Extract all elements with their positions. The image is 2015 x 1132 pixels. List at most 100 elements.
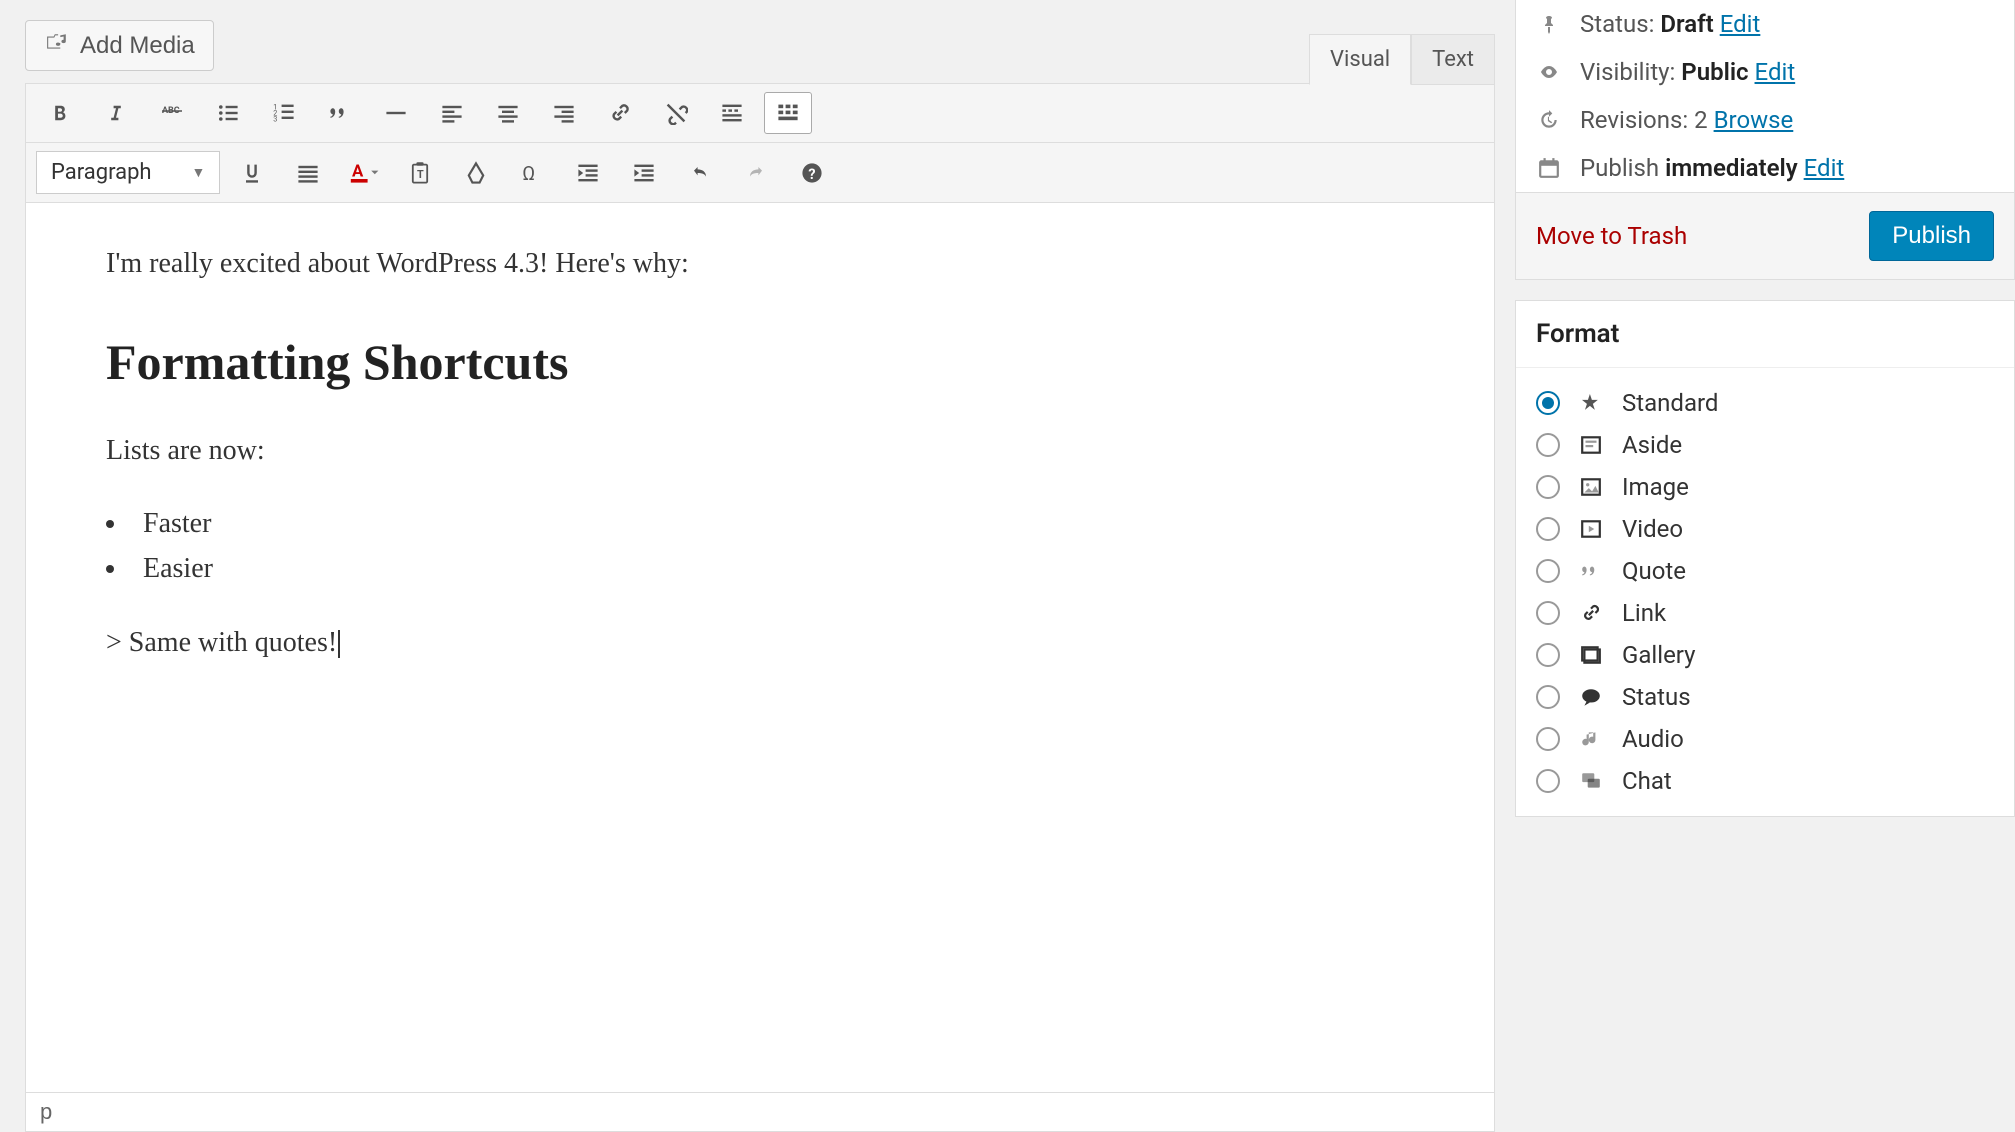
element-path[interactable]: p xyxy=(40,1099,52,1124)
read-more-button[interactable] xyxy=(708,92,756,134)
special-char-button[interactable]: Ω xyxy=(508,152,556,194)
move-to-trash-link[interactable]: Move to Trash xyxy=(1536,222,1687,250)
quote-icon xyxy=(1576,560,1606,582)
bullet-list-button[interactable] xyxy=(204,92,252,134)
content-heading: Formatting Shortcuts xyxy=(106,325,1414,400)
schedule-row: Publish immediately Edit xyxy=(1516,144,2014,192)
format-panel: Format StandardAsideImageVideoQuoteLinkG… xyxy=(1515,300,2015,817)
svg-text:?: ? xyxy=(809,166,816,183)
format-option-label: Aside xyxy=(1622,431,1682,459)
bold-button[interactable] xyxy=(36,92,84,134)
editor-status-bar: p xyxy=(26,1092,1494,1131)
format-option-label: Video xyxy=(1622,515,1683,543)
blockquote-button[interactable] xyxy=(316,92,364,134)
tab-visual[interactable]: Visual xyxy=(1309,34,1411,85)
format-option-audio[interactable]: Audio xyxy=(1536,718,1994,760)
text-color-button[interactable]: A xyxy=(340,152,388,194)
list-item: Faster xyxy=(106,502,1414,547)
toolbar-row-1: ABC 123 xyxy=(26,84,1494,143)
radio-icon xyxy=(1536,643,1560,667)
italic-button[interactable] xyxy=(92,92,140,134)
clear-formatting-button[interactable] xyxy=(452,152,500,194)
radio-icon xyxy=(1536,727,1560,751)
undo-button[interactable] xyxy=(676,152,724,194)
chat-icon xyxy=(1576,770,1606,792)
align-center-button[interactable] xyxy=(484,92,532,134)
editor: Visual Text ABC 123 Paragraph ▼ xyxy=(25,83,1495,1132)
underline-button[interactable] xyxy=(228,152,276,194)
radio-icon xyxy=(1536,391,1560,415)
add-media-button[interactable]: Add Media xyxy=(25,20,214,71)
format-option-chat[interactable]: Chat xyxy=(1536,760,1994,802)
history-icon xyxy=(1536,109,1562,131)
revisions-row: Revisions: 2 Browse xyxy=(1516,96,2014,144)
format-option-label: Chat xyxy=(1622,767,1672,795)
indent-button[interactable] xyxy=(620,152,668,194)
list-item: Easier xyxy=(106,547,1414,592)
format-option-label: Audio xyxy=(1622,725,1684,753)
svg-text:Ω: Ω xyxy=(523,162,536,185)
eye-icon xyxy=(1536,62,1562,82)
format-option-aside[interactable]: Aside xyxy=(1536,424,1994,466)
link-button[interactable] xyxy=(596,92,644,134)
tab-text[interactable]: Text xyxy=(1411,34,1495,85)
visibility-row: Visibility: Public Edit xyxy=(1516,48,2014,96)
radio-icon xyxy=(1536,769,1560,793)
publish-button[interactable]: Publish xyxy=(1869,211,1994,261)
standard-icon xyxy=(1576,392,1606,414)
toolbar-toggle-button[interactable] xyxy=(764,92,812,134)
edit-schedule-link[interactable]: Edit xyxy=(1804,154,1845,182)
pin-icon xyxy=(1536,12,1562,36)
gallery-icon xyxy=(1576,644,1606,666)
format-option-label: Link xyxy=(1622,599,1666,627)
format-option-label: Status xyxy=(1622,683,1691,711)
strikethrough-button[interactable]: ABC xyxy=(148,92,196,134)
content-lists-label: Lists are now: xyxy=(106,430,1414,472)
hr-button[interactable] xyxy=(372,92,420,134)
svg-text:3: 3 xyxy=(273,114,277,123)
format-option-label: Image xyxy=(1622,473,1689,501)
image-icon xyxy=(1576,476,1606,498)
format-option-gallery[interactable]: Gallery xyxy=(1536,634,1994,676)
editor-tabs: Visual Text xyxy=(1309,34,1495,85)
text-cursor xyxy=(338,630,340,658)
radio-icon xyxy=(1536,475,1560,499)
svg-text:T: T xyxy=(417,167,424,180)
format-option-link[interactable]: Link xyxy=(1536,592,1994,634)
content-intro: I'm really excited about WordPress 4.3! … xyxy=(106,243,1414,285)
browse-revisions-link[interactable]: Browse xyxy=(1714,106,1794,134)
edit-status-link[interactable]: Edit xyxy=(1720,10,1761,38)
align-left-button[interactable] xyxy=(428,92,476,134)
radio-icon xyxy=(1536,559,1560,583)
audio-icon xyxy=(1576,728,1606,750)
format-option-label: Gallery xyxy=(1622,641,1696,669)
format-dropdown[interactable]: Paragraph ▼ xyxy=(36,151,220,194)
format-option-image[interactable]: Image xyxy=(1536,466,1994,508)
format-option-label: Standard xyxy=(1622,389,1718,417)
help-button[interactable]: ? xyxy=(788,152,836,194)
redo-button[interactable] xyxy=(732,152,780,194)
format-option-label: Quote xyxy=(1622,557,1686,585)
outdent-button[interactable] xyxy=(564,152,612,194)
align-justify-button[interactable] xyxy=(284,152,332,194)
chevron-down-icon: ▼ xyxy=(192,164,206,181)
camera-music-icon xyxy=(44,31,70,60)
editor-content[interactable]: I'm really excited about WordPress 4.3! … xyxy=(26,203,1494,1092)
radio-icon xyxy=(1536,685,1560,709)
content-list: Faster Easier xyxy=(106,502,1414,592)
format-option-status[interactable]: Status xyxy=(1536,676,1994,718)
unlink-button[interactable] xyxy=(652,92,700,134)
paste-text-button[interactable]: T xyxy=(396,152,444,194)
svg-text:A: A xyxy=(352,161,364,181)
format-option-quote[interactable]: Quote xyxy=(1536,550,1994,592)
format-list: Standard Aside Image Video Quote Link Gallery S… xyxy=(1516,368,2014,816)
format-option-video[interactable]: Video xyxy=(1536,508,1994,550)
align-right-button[interactable] xyxy=(540,92,588,134)
format-option-standard[interactable]: Standard xyxy=(1536,382,1994,424)
edit-visibility-link[interactable]: Edit xyxy=(1755,58,1796,86)
content-quote: > Same with quotes! xyxy=(106,622,1414,664)
publish-footer: Move to Trash Publish xyxy=(1516,192,2014,279)
radio-icon xyxy=(1536,517,1560,541)
publish-panel: Status: Draft Edit Visibility: Public Ed… xyxy=(1515,0,2015,280)
numbered-list-button[interactable]: 123 xyxy=(260,92,308,134)
